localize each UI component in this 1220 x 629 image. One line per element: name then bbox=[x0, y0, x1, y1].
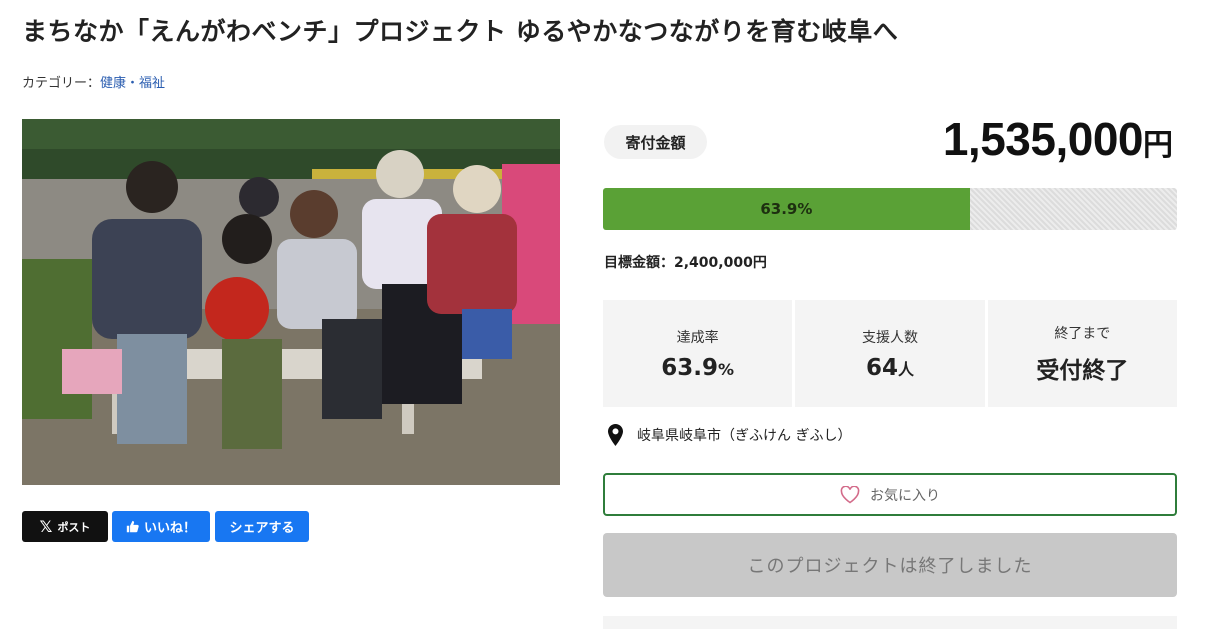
progress-bar: 63.9% bbox=[603, 188, 1177, 230]
donation-amount: 1,535,000円 bbox=[943, 112, 1173, 166]
map-pin-icon bbox=[608, 424, 623, 446]
x-post-label: ポスト bbox=[57, 520, 91, 534]
like-label: いいね！ bbox=[143, 521, 196, 536]
x-post-button[interactable]: 𝕏 ポスト bbox=[22, 511, 108, 542]
page-title: まちなか「えんがわベンチ」プロジェクト ゆるやかなつながりを育む岐阜へ bbox=[22, 17, 899, 46]
category-link[interactable]: 健康・福祉 bbox=[100, 76, 165, 91]
stat-label: 終了まで bbox=[1054, 325, 1111, 342]
donation-label-badge: 寄付金額 bbox=[604, 125, 707, 159]
category-line: カテゴリー：健康・福祉 bbox=[22, 72, 165, 91]
favorite-button[interactable]: お気に入り bbox=[603, 473, 1177, 516]
stat-value: 64人 bbox=[865, 354, 914, 381]
donation-amount-unit: 円 bbox=[1143, 128, 1173, 163]
favorite-label: お気に入り bbox=[870, 487, 940, 504]
donation-amount-value: 1,535,000 bbox=[942, 113, 1144, 165]
location-text: 岐阜県岐阜市（ぎふけん ぎふし） bbox=[637, 428, 852, 444]
stat-label: 達成率 bbox=[676, 329, 719, 346]
facebook-like-button[interactable]: いいね！ bbox=[112, 511, 210, 542]
stat-achievement-rate: 達成率 63.9% bbox=[603, 300, 793, 407]
bottom-panel bbox=[603, 616, 1177, 629]
facebook-share-button[interactable]: シェアする bbox=[215, 511, 309, 542]
project-ended-button: このプロジェクトは終了しました bbox=[603, 533, 1177, 597]
target-amount: 目標金額：2,400,000円 bbox=[604, 255, 767, 271]
progress-bar-fill: 63.9% bbox=[603, 188, 970, 230]
stat-value: 受付終了 bbox=[1036, 357, 1129, 384]
stat-label: 支援人数 bbox=[861, 329, 918, 346]
project-photo bbox=[22, 119, 560, 485]
heart-icon bbox=[840, 485, 860, 503]
thumbs-up-icon bbox=[126, 520, 139, 533]
stats-panel: 達成率 63.9% 支援人数 64人 終了まで 受付終了 bbox=[603, 300, 1177, 407]
share-label: シェアする bbox=[229, 521, 295, 536]
x-logo-icon: 𝕏 bbox=[39, 517, 53, 536]
stat-supporters: 支援人数 64人 bbox=[795, 300, 985, 407]
stat-value: 63.9% bbox=[661, 354, 735, 381]
stat-time-remaining: 終了まで 受付終了 bbox=[987, 300, 1177, 407]
category-prefix: カテゴリー： bbox=[22, 76, 101, 91]
location-line: 岐阜県岐阜市（ぎふけん ぎふし） bbox=[608, 424, 851, 446]
